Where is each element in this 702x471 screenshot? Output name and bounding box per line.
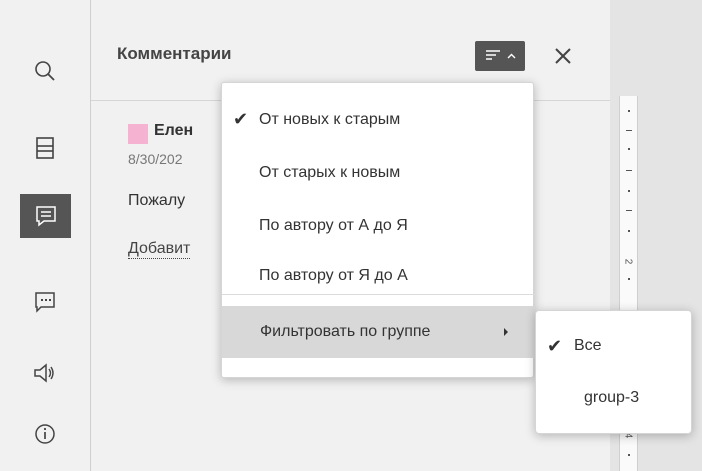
feedback-button[interactable] <box>28 356 62 390</box>
sort-author-za[interactable]: По автору от Я до А <box>222 252 535 300</box>
menu-divider <box>222 294 535 295</box>
menu-item-label: Фильтровать по группе <box>260 323 431 340</box>
chevron-up-icon <box>507 53 515 59</box>
check-icon: ✔ <box>233 109 249 129</box>
feedback-icon <box>34 363 54 383</box>
sort-author-az[interactable]: По автору от А до Я <box>222 202 535 250</box>
sort-oldest-first[interactable]: От старых к новым <box>222 149 535 197</box>
ruler-tick <box>626 210 632 211</box>
search-icon <box>35 61 55 81</box>
left-toolbar <box>0 0 91 471</box>
ruler-tick <box>628 148 630 150</box>
panel-title: Комментарии <box>117 44 232 63</box>
close-button[interactable] <box>551 44 575 68</box>
menu-item-label: По автору от Я до А <box>259 267 408 284</box>
add-reply-link[interactable]: Добавит <box>128 240 191 259</box>
comment-text: Пожалу <box>128 192 186 209</box>
sort-icon <box>485 50 500 60</box>
search-button[interactable] <box>28 54 62 88</box>
headings-icon <box>36 137 54 159</box>
menu-item-label: От новых к старым <box>259 111 401 128</box>
about-icon <box>35 424 55 444</box>
ruler-tick <box>626 170 632 171</box>
comment-date: 8/30/202 <box>128 151 183 167</box>
ruler-tick <box>626 130 632 131</box>
about-button[interactable] <box>28 417 62 451</box>
author-color-swatch <box>128 124 148 144</box>
close-icon <box>555 48 571 64</box>
submenu-item-label: group-3 <box>584 389 640 406</box>
ruler-tick <box>628 454 630 456</box>
check-icon: ✔ <box>547 336 563 356</box>
ruler-label: 2 <box>622 258 634 265</box>
comments-button[interactable] <box>20 194 71 238</box>
ruler-tick <box>628 230 630 232</box>
filter-group-3[interactable]: group-3 <box>536 379 693 419</box>
chat-icon <box>35 292 55 313</box>
ruler-tick <box>628 190 630 192</box>
caret-right-icon <box>504 328 508 336</box>
submenu-item-label: Все <box>574 337 602 354</box>
sort-menu: ✔ От новых к старым От старых к новым По… <box>221 82 535 378</box>
sort-newest-first[interactable]: ✔ От новых к старым <box>222 96 535 144</box>
filter-all[interactable]: ✔ Все <box>536 327 693 367</box>
filter-submenu: ✔ Все group-3 <box>535 310 692 434</box>
menu-item-label: По автору от А до Я <box>259 217 408 234</box>
ruler-tick <box>628 278 630 280</box>
sort-button[interactable] <box>475 41 525 71</box>
ruler-tick <box>628 110 630 112</box>
headings-button[interactable] <box>28 131 62 165</box>
comment-author: Елен <box>154 122 194 139</box>
filter-by-group[interactable]: Фильтровать по группе <box>222 306 535 358</box>
chat-button[interactable] <box>28 284 62 318</box>
comments-icon <box>35 206 56 227</box>
menu-item-label: От старых к новым <box>259 164 401 181</box>
